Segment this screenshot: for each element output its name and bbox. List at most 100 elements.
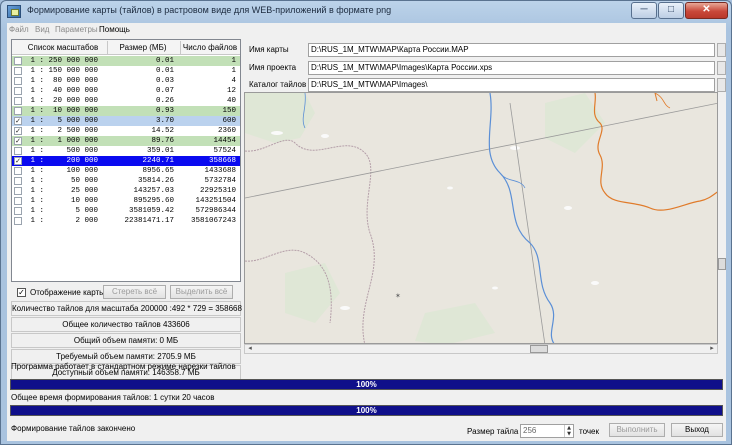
- erase-all-button[interactable]: Стереть всё: [103, 285, 166, 299]
- show-map-checkbox[interactable]: ✓ Отображение карты: [17, 287, 107, 299]
- header-size[interactable]: Размер (МБ): [108, 43, 178, 52]
- menu-view[interactable]: Вид: [35, 25, 49, 34]
- scale-row[interactable]: 1 : 40 000 000 0.07 12: [12, 86, 240, 96]
- tiles-dir-browse-button[interactable]: [717, 78, 726, 92]
- scale-row[interactable]: ✓ 1 : 5 000 000 3.70 600: [12, 116, 240, 126]
- scale-value: 1 : 200 000: [30, 157, 98, 165]
- minimize-button[interactable]: ─: [631, 2, 657, 19]
- progress-bar-2: 100%: [10, 405, 723, 416]
- size-value: 2240.71: [142, 157, 174, 165]
- run-button[interactable]: Выполнить: [609, 423, 665, 437]
- scroll-left-arrow[interactable]: ◂: [245, 345, 255, 353]
- scale-row-checkbox[interactable]: [14, 217, 22, 225]
- points-label: точек: [579, 427, 599, 436]
- scale-row-checkbox[interactable]: [14, 77, 22, 85]
- scroll-right-arrow[interactable]: ▸: [707, 345, 717, 353]
- scale-row[interactable]: 1 : 10 000 000 0.93 150: [12, 106, 240, 116]
- tile-size-value[interactable]: 256: [523, 426, 536, 435]
- scale-row-checkbox[interactable]: [14, 107, 22, 115]
- scale-row[interactable]: 1 : 50 000 35814.26 5732784: [12, 176, 240, 186]
- tiles-dir-field[interactable]: D:\RUS_1M_MTW\MAP\Images\: [308, 78, 715, 92]
- count-value: 22925310: [199, 187, 236, 195]
- scale-row-checkbox[interactable]: [14, 67, 22, 75]
- map-name-browse-button[interactable]: [717, 43, 726, 57]
- scale-row[interactable]: 1 : 500 000 359.01 57524: [12, 146, 240, 156]
- select-all-button[interactable]: Выделить всё: [170, 285, 233, 299]
- scale-value: 1 : 100 000: [30, 167, 98, 175]
- count-value: 150: [222, 107, 236, 115]
- tiles-dir-label: Каталог тайлов: [249, 80, 307, 89]
- scale-row[interactable]: ✓ 1 : 1 000 000 89.76 14454: [12, 136, 240, 146]
- scale-row[interactable]: 1 : 250 000 000 0.01 1: [12, 56, 240, 66]
- map-horizontal-thumb[interactable]: [530, 345, 548, 353]
- project-name-field[interactable]: D:\RUS_1M_MTW\MAP\Images\Карта России.xp…: [308, 61, 715, 75]
- count-value: 3581067243: [190, 217, 236, 225]
- scale-row[interactable]: ✓ 1 : 200 000 2240.71 358668: [12, 156, 240, 166]
- scale-row-checkbox[interactable]: [14, 147, 22, 155]
- header-scales[interactable]: Список масштабов: [22, 43, 104, 52]
- count-value: 600: [222, 117, 236, 125]
- scale-row[interactable]: 1 : 100 000 8956.65 1433688: [12, 166, 240, 176]
- scale-row-checkbox[interactable]: [14, 177, 22, 185]
- scale-value: 1 : 50 000: [30, 177, 98, 185]
- scale-value: 1 : 5 000: [30, 207, 98, 215]
- count-value: 572986344: [195, 207, 236, 215]
- map-canvas: ✶: [245, 93, 717, 343]
- total-tiles-info: Общее количество тайлов 433606: [11, 317, 241, 332]
- scale-row-checkbox[interactable]: [14, 97, 22, 105]
- menu-parameters[interactable]: Параметры: [55, 25, 98, 34]
- count-value: 2360: [217, 127, 236, 135]
- size-value: 0.01: [155, 57, 174, 65]
- scale-row-checkbox[interactable]: [14, 197, 22, 205]
- map-vertical-thumb[interactable]: [718, 258, 726, 270]
- size-value: 0.93: [155, 107, 174, 115]
- header-count[interactable]: Число файлов: [181, 43, 239, 52]
- scale-row[interactable]: 1 : 5 000 3581059.42 572986344: [12, 206, 240, 216]
- scale-row-checkbox[interactable]: [14, 207, 22, 215]
- map-horizontal-scrollbar[interactable]: ◂ ▸: [244, 344, 718, 354]
- map-vertical-scrollbar[interactable]: [718, 92, 726, 344]
- scale-row-checkbox[interactable]: ✓: [14, 117, 22, 125]
- maximize-button[interactable]: □: [658, 2, 684, 19]
- spin-down-icon[interactable]: ▼: [565, 431, 573, 437]
- scale-row-checkbox[interactable]: ✓: [14, 137, 22, 145]
- title-bar[interactable]: Формирование карты (тайлов) в растровом …: [1, 1, 731, 23]
- size-value: 3.70: [155, 117, 174, 125]
- scale-value: 1 : 10 000: [30, 197, 98, 205]
- scale-row-checkbox[interactable]: ✓: [14, 127, 22, 135]
- count-value: 12: [226, 87, 236, 95]
- scale-row[interactable]: 1 : 150 000 000 0.01 1: [12, 66, 240, 76]
- size-value: 0.01: [155, 67, 174, 75]
- map-name-field[interactable]: D:\RUS_1M_MTW\MAP\Карта России.MAP: [308, 43, 715, 57]
- svg-text:✶: ✶: [395, 292, 401, 300]
- maximize-icon: □: [667, 4, 675, 15]
- scale-row-checkbox[interactable]: [14, 187, 22, 195]
- scale-row-checkbox[interactable]: ✓: [14, 157, 22, 165]
- exit-button[interactable]: Выход: [671, 423, 723, 437]
- menu-help[interactable]: Помощь: [99, 25, 130, 34]
- count-value: 5732784: [204, 177, 236, 185]
- project-name-label: Имя проекта: [249, 63, 297, 72]
- scale-row[interactable]: 1 : 20 000 000 0.26 40: [12, 96, 240, 106]
- map-name-label: Имя карты: [249, 45, 289, 54]
- scale-row[interactable]: 1 : 10 000 895295.60 143251504: [12, 196, 240, 206]
- count-value: 1433688: [204, 167, 236, 175]
- project-name-browse-button[interactable]: [717, 61, 726, 75]
- count-value: 57524: [213, 147, 236, 155]
- scale-row-checkbox[interactable]: [14, 87, 22, 95]
- scale-list[interactable]: Список масштабов Размер (МБ) Число файло…: [11, 39, 241, 282]
- menu-file[interactable]: Файл: [9, 25, 29, 34]
- scale-row[interactable]: 1 : 2 000 22381471.17 3581067243: [12, 216, 240, 226]
- scale-row-checkbox[interactable]: [14, 57, 22, 65]
- scale-row-checkbox[interactable]: [14, 167, 22, 175]
- tile-size-label: Размер тайла: [467, 427, 519, 436]
- scale-row[interactable]: 1 : 25 000 143257.03 22925310: [12, 186, 240, 196]
- window-title: Формирование карты (тайлов) в растровом …: [27, 5, 392, 15]
- map-view[interactable]: ✶: [244, 92, 718, 344]
- total-memory-info: Общий объем памяти: 0 МБ: [11, 333, 241, 348]
- scale-row[interactable]: ✓ 1 : 2 500 000 14.52 2360: [12, 126, 240, 136]
- show-map-check-icon[interactable]: ✓: [17, 288, 26, 297]
- close-button[interactable]: ✕: [685, 2, 728, 19]
- tile-size-spinner[interactable]: 256 ▲ ▼: [520, 424, 574, 438]
- scale-row[interactable]: 1 : 80 000 000 0.03 4: [12, 76, 240, 86]
